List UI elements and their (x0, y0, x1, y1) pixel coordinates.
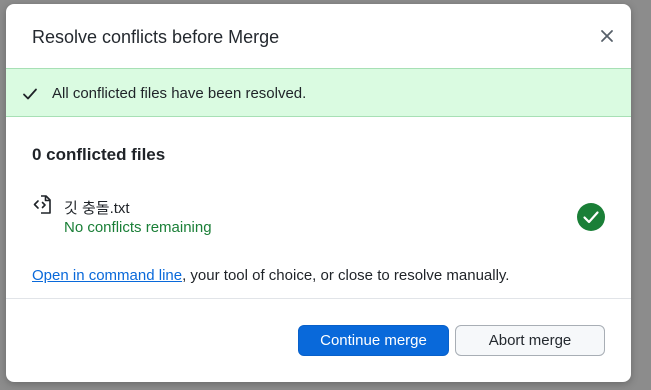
footer-divider (6, 298, 631, 299)
dialog-title: Resolve conflicts before Merge (32, 27, 280, 47)
help-text: Open in command line, your tool of choic… (32, 267, 509, 284)
resolve-conflicts-dialog: Resolve conflicts before Merge All confl… (6, 4, 631, 382)
close-icon (601, 30, 613, 42)
conflicted-files-heading: 0 conflicted files (32, 145, 166, 164)
success-banner: All conflicted files have been resolved. (6, 68, 631, 117)
check-circle-icon (577, 203, 605, 231)
check-icon (23, 88, 37, 100)
dialog-header: Resolve conflicts before Merge (6, 4, 631, 68)
file-row: 깃 충돌.txt No conflicts remaining (32, 194, 607, 240)
abort-merge-button[interactable]: Abort merge (455, 325, 605, 356)
file-status: No conflicts remaining (64, 219, 212, 236)
continue-merge-button[interactable]: Continue merge (298, 325, 449, 356)
file-diff-icon (33, 195, 51, 214)
file-name: 깃 충돌.txt (64, 200, 130, 217)
banner-message: All conflicted files have been resolved. (52, 85, 307, 102)
close-button[interactable] (597, 26, 617, 46)
help-rest-text: , your tool of choice, or close to resol… (182, 267, 510, 284)
open-in-command-line-link[interactable]: Open in command line (32, 267, 182, 284)
